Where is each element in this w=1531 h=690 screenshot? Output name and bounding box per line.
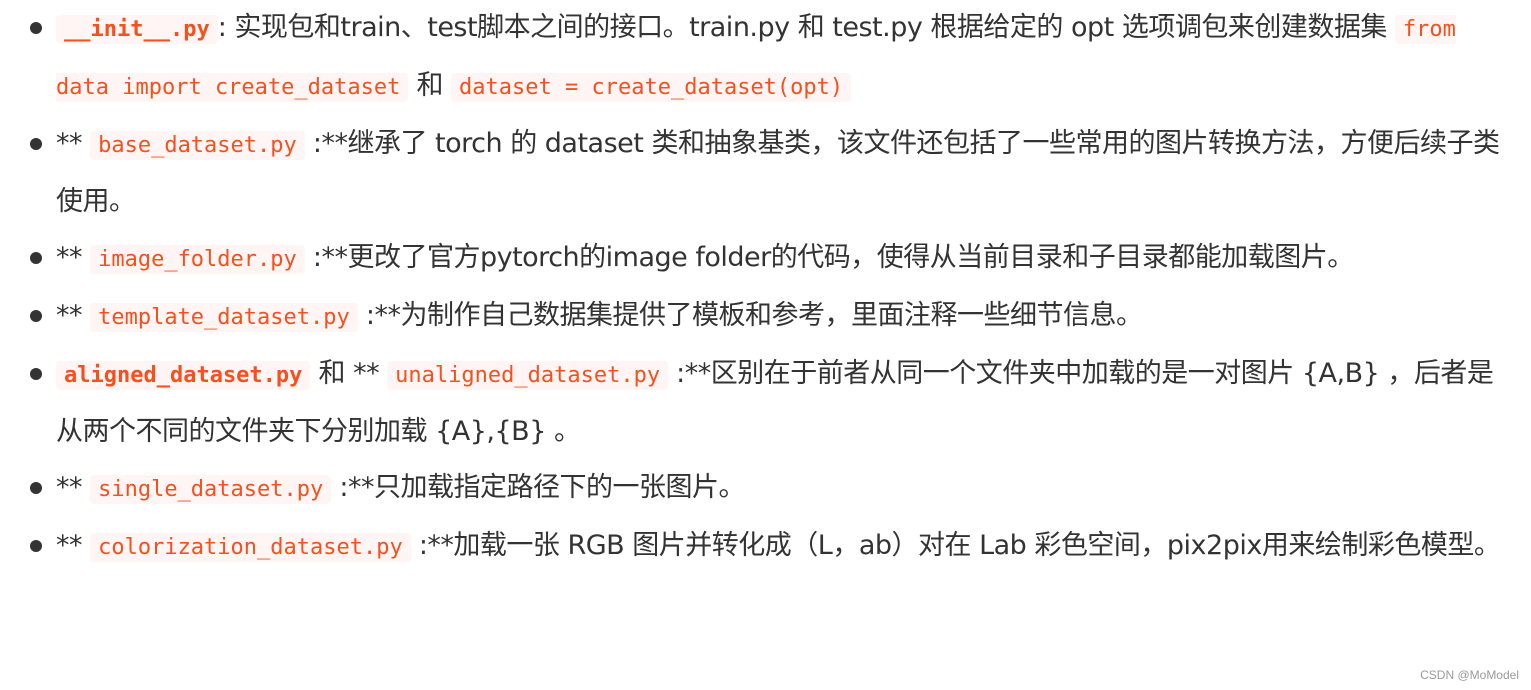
list-item-aligned-dataset: aligned_dataset.py 和 ** unaligned_datase… xyxy=(20,346,1510,460)
bullet-icon xyxy=(30,22,42,34)
list-item-image-folder: ** image_folder.py :**更改了官方pytorch的image… xyxy=(20,230,1510,288)
item-text: 和 ** xyxy=(310,358,388,389)
bullet-icon xyxy=(30,368,42,380)
inline-code: colorization_dataset.py xyxy=(90,533,411,562)
list-item-single-dataset: ** single_dataset.py :**只加载指定路径下的一张图片。 xyxy=(20,460,1510,518)
inline-code: __init__.py xyxy=(56,15,218,44)
item-text: : 实现包和train、test脚本之间的接口。train.py 和 test.… xyxy=(217,12,1395,43)
watermark: CSDN @MoModel xyxy=(1420,668,1519,682)
list-item-init: __init__.py: 实现包和train、test脚本之间的接口。train… xyxy=(20,0,1510,116)
inline-code: template_dataset.py xyxy=(90,303,358,332)
inline-code: dataset = create_dataset(opt) xyxy=(451,73,852,102)
bullet-icon xyxy=(30,540,42,552)
item-text: :**加载一张 RGB 图片并转化成（L，ab）对在 Lab 彩色空间，pix2… xyxy=(410,530,1501,561)
file-description-list: __init__.py: 实现包和train、test脚本之间的接口。train… xyxy=(20,0,1510,576)
item-text: :**更改了官方pytorch的image folder的代码，使得从当前目录和… xyxy=(304,242,1354,273)
item-text: :**只加载指定路径下的一张图片。 xyxy=(331,472,745,503)
inline-code: single_dataset.py xyxy=(90,475,332,504)
list-item-template-dataset: ** template_dataset.py :**为制作自己数据集提供了模板和… xyxy=(20,288,1510,346)
item-prefix: ** xyxy=(56,242,91,273)
bullet-icon xyxy=(30,310,42,322)
inline-code: aligned_dataset.py xyxy=(56,361,311,390)
bullet-icon xyxy=(30,138,42,150)
item-prefix: ** xyxy=(56,530,91,561)
inline-code: base_dataset.py xyxy=(90,131,305,160)
bullet-icon xyxy=(30,252,42,264)
item-text: 和 xyxy=(408,70,452,101)
item-prefix: ** xyxy=(56,300,91,331)
list-item-colorization-dataset: ** colorization_dataset.py :**加载一张 RGB 图… xyxy=(20,518,1510,576)
item-text: :**为制作自己数据集提供了模板和参考，里面注释一些细节信息。 xyxy=(357,300,1143,331)
list-item-base-dataset: ** base_dataset.py :**继承了 torch 的 datase… xyxy=(20,116,1510,230)
bullet-icon xyxy=(30,482,42,494)
inline-code: image_folder.py xyxy=(90,245,305,274)
item-prefix: ** xyxy=(56,128,91,159)
inline-code: unaligned_dataset.py xyxy=(387,361,669,390)
item-prefix: ** xyxy=(56,472,91,503)
